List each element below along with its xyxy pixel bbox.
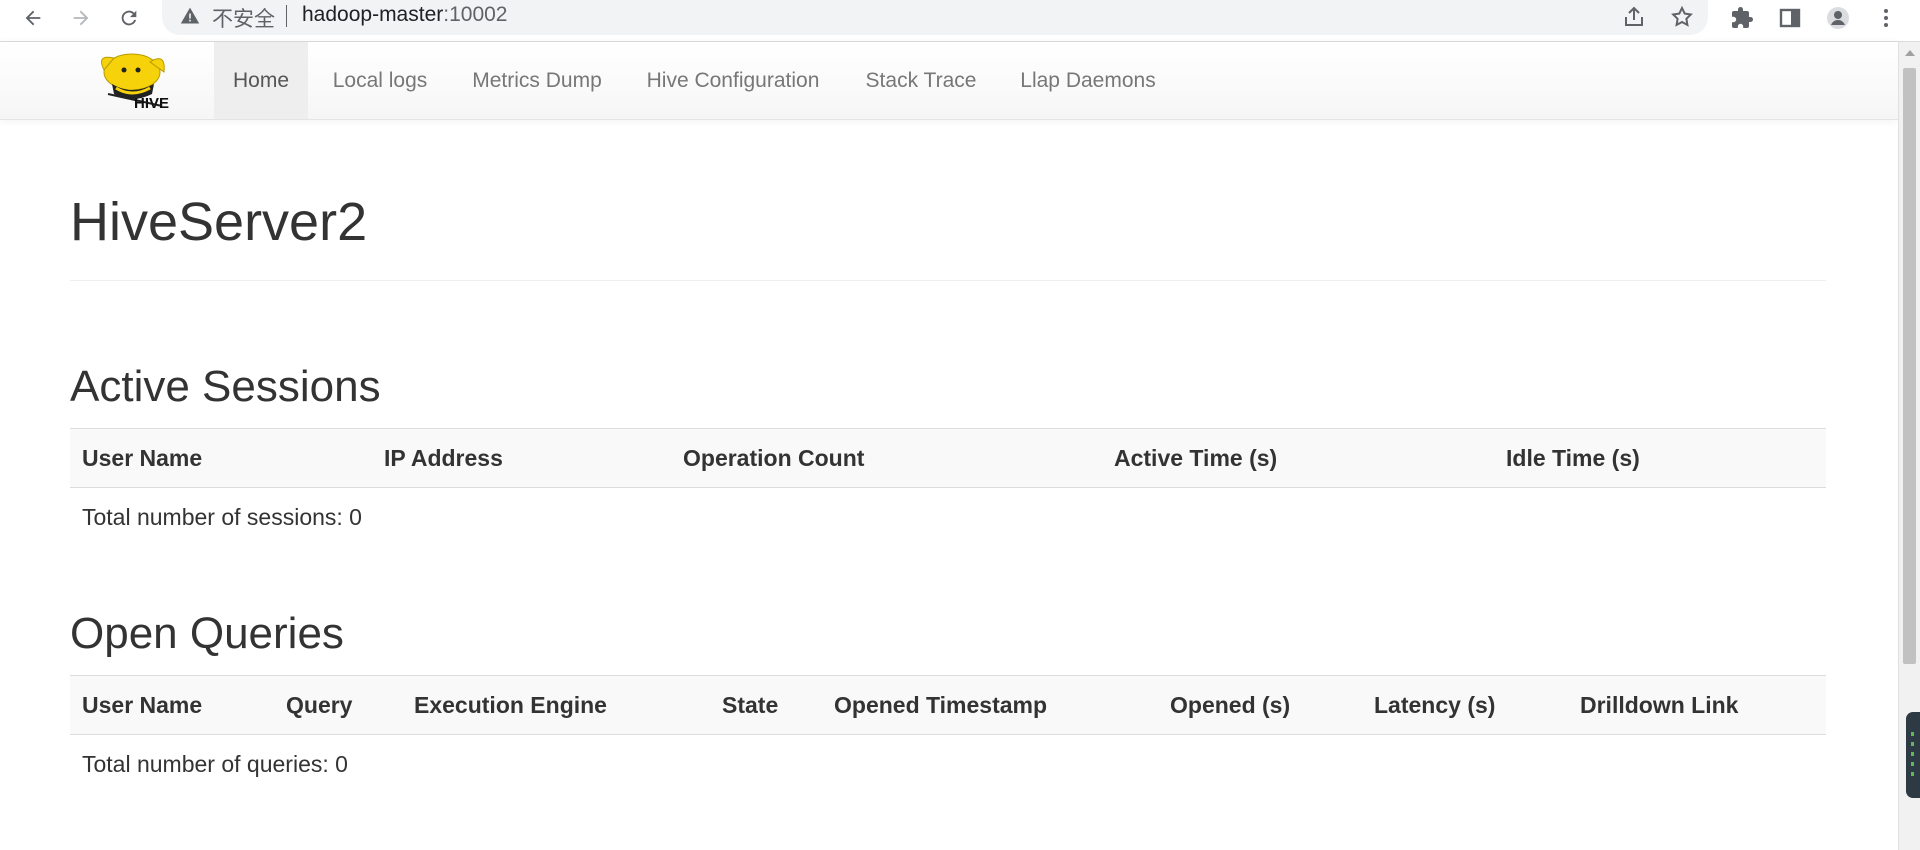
- side-panel-button[interactable]: [1774, 2, 1806, 34]
- forward-button[interactable]: [66, 3, 96, 33]
- url-port: :10002: [443, 3, 508, 26]
- nav-local-logs[interactable]: Local logs: [320, 42, 440, 119]
- active-sessions-table: User Name IP Address Operation Count Act…: [70, 428, 1826, 546]
- logo-text: HIVE: [134, 95, 169, 112]
- column-header: Query: [286, 692, 353, 718]
- scroll-up-icon[interactable]: [1905, 50, 1915, 56]
- widget-bar: [1911, 772, 1914, 776]
- column-header: Operation Count: [683, 445, 865, 471]
- address-bar[interactable]: 不安全 hadoop-master:10002: [162, 0, 1708, 35]
- scroll-thumb[interactable]: [1903, 68, 1916, 664]
- column-header: Execution Engine: [414, 692, 607, 718]
- share-button[interactable]: [1620, 3, 1648, 31]
- nav-llap-daemons[interactable]: Llap Daemons: [1008, 42, 1168, 119]
- share-icon: [1625, 6, 1643, 26]
- nav-metrics-dump[interactable]: Metrics Dump: [462, 42, 612, 119]
- nav-stack-trace[interactable]: Stack Trace: [856, 42, 986, 119]
- reload-icon: [121, 10, 137, 26]
- hive-logo[interactable]: HIVE: [92, 50, 190, 112]
- column-header: Active Time (s): [1114, 445, 1278, 471]
- column-header: IP Address: [384, 445, 503, 471]
- arrow-left-icon: [25, 10, 41, 26]
- title-divider: [70, 280, 1826, 281]
- reload-button[interactable]: [114, 3, 144, 33]
- kebab-menu-icon: [1884, 9, 1888, 27]
- column-header: Idle Time (s): [1506, 445, 1640, 471]
- star-icon: [1671, 5, 1693, 27]
- bookmark-button[interactable]: [1668, 3, 1696, 31]
- column-header: User Name: [82, 445, 203, 471]
- widget-bar: [1911, 742, 1914, 746]
- menu-button[interactable]: [1870, 2, 1902, 34]
- column-header: User Name: [82, 692, 203, 718]
- widget-bar: [1911, 752, 1914, 756]
- avatar-icon: [1827, 7, 1849, 29]
- extensions-button[interactable]: [1726, 2, 1758, 34]
- side-widget[interactable]: [1906, 712, 1920, 798]
- nav-home[interactable]: Home: [214, 42, 308, 119]
- widget-bar: [1911, 732, 1914, 736]
- arrow-right-icon: [73, 10, 89, 26]
- column-header: State: [722, 692, 779, 718]
- column-header: Opened (s): [1170, 692, 1291, 718]
- warning-icon: [180, 7, 200, 24]
- sessions-total: Total number of sessions: 0: [82, 504, 362, 530]
- navbar: HIVE Home Local logs Metrics Dump Hive C…: [0, 42, 1898, 120]
- url-separator: [286, 5, 287, 27]
- url-text[interactable]: hadoop-master:10002: [302, 3, 507, 27]
- open-queries-table: User Name Query Execution Engine State O…: [70, 675, 1826, 793]
- browser-toolbar: 不安全 hadoop-master:10002: [0, 0, 1920, 42]
- back-button[interactable]: [18, 3, 48, 33]
- active-sessions-title: Active Sessions: [70, 362, 381, 411]
- insecure-label[interactable]: 不安全: [212, 3, 275, 33]
- column-header: Opened Timestamp: [834, 692, 1048, 718]
- profile-button[interactable]: [1822, 2, 1854, 34]
- active-sessions-header: User Name IP Address Operation Count Act…: [70, 428, 1826, 488]
- column-header: Drilldown Link: [1580, 692, 1739, 718]
- page-title: HiveServer2: [70, 192, 368, 252]
- queries-total: Total number of queries: 0: [82, 751, 348, 777]
- open-queries-header: User Name Query Execution Engine State O…: [70, 675, 1826, 735]
- open-queries-title: Open Queries: [70, 609, 344, 658]
- nav-hive-configuration[interactable]: Hive Configuration: [632, 42, 834, 119]
- url-host: hadoop-master: [302, 3, 444, 26]
- widget-bar: [1911, 762, 1914, 766]
- column-header: Latency (s): [1374, 692, 1496, 718]
- side-panel-icon: [1779, 8, 1801, 28]
- puzzle-icon: [1732, 7, 1753, 28]
